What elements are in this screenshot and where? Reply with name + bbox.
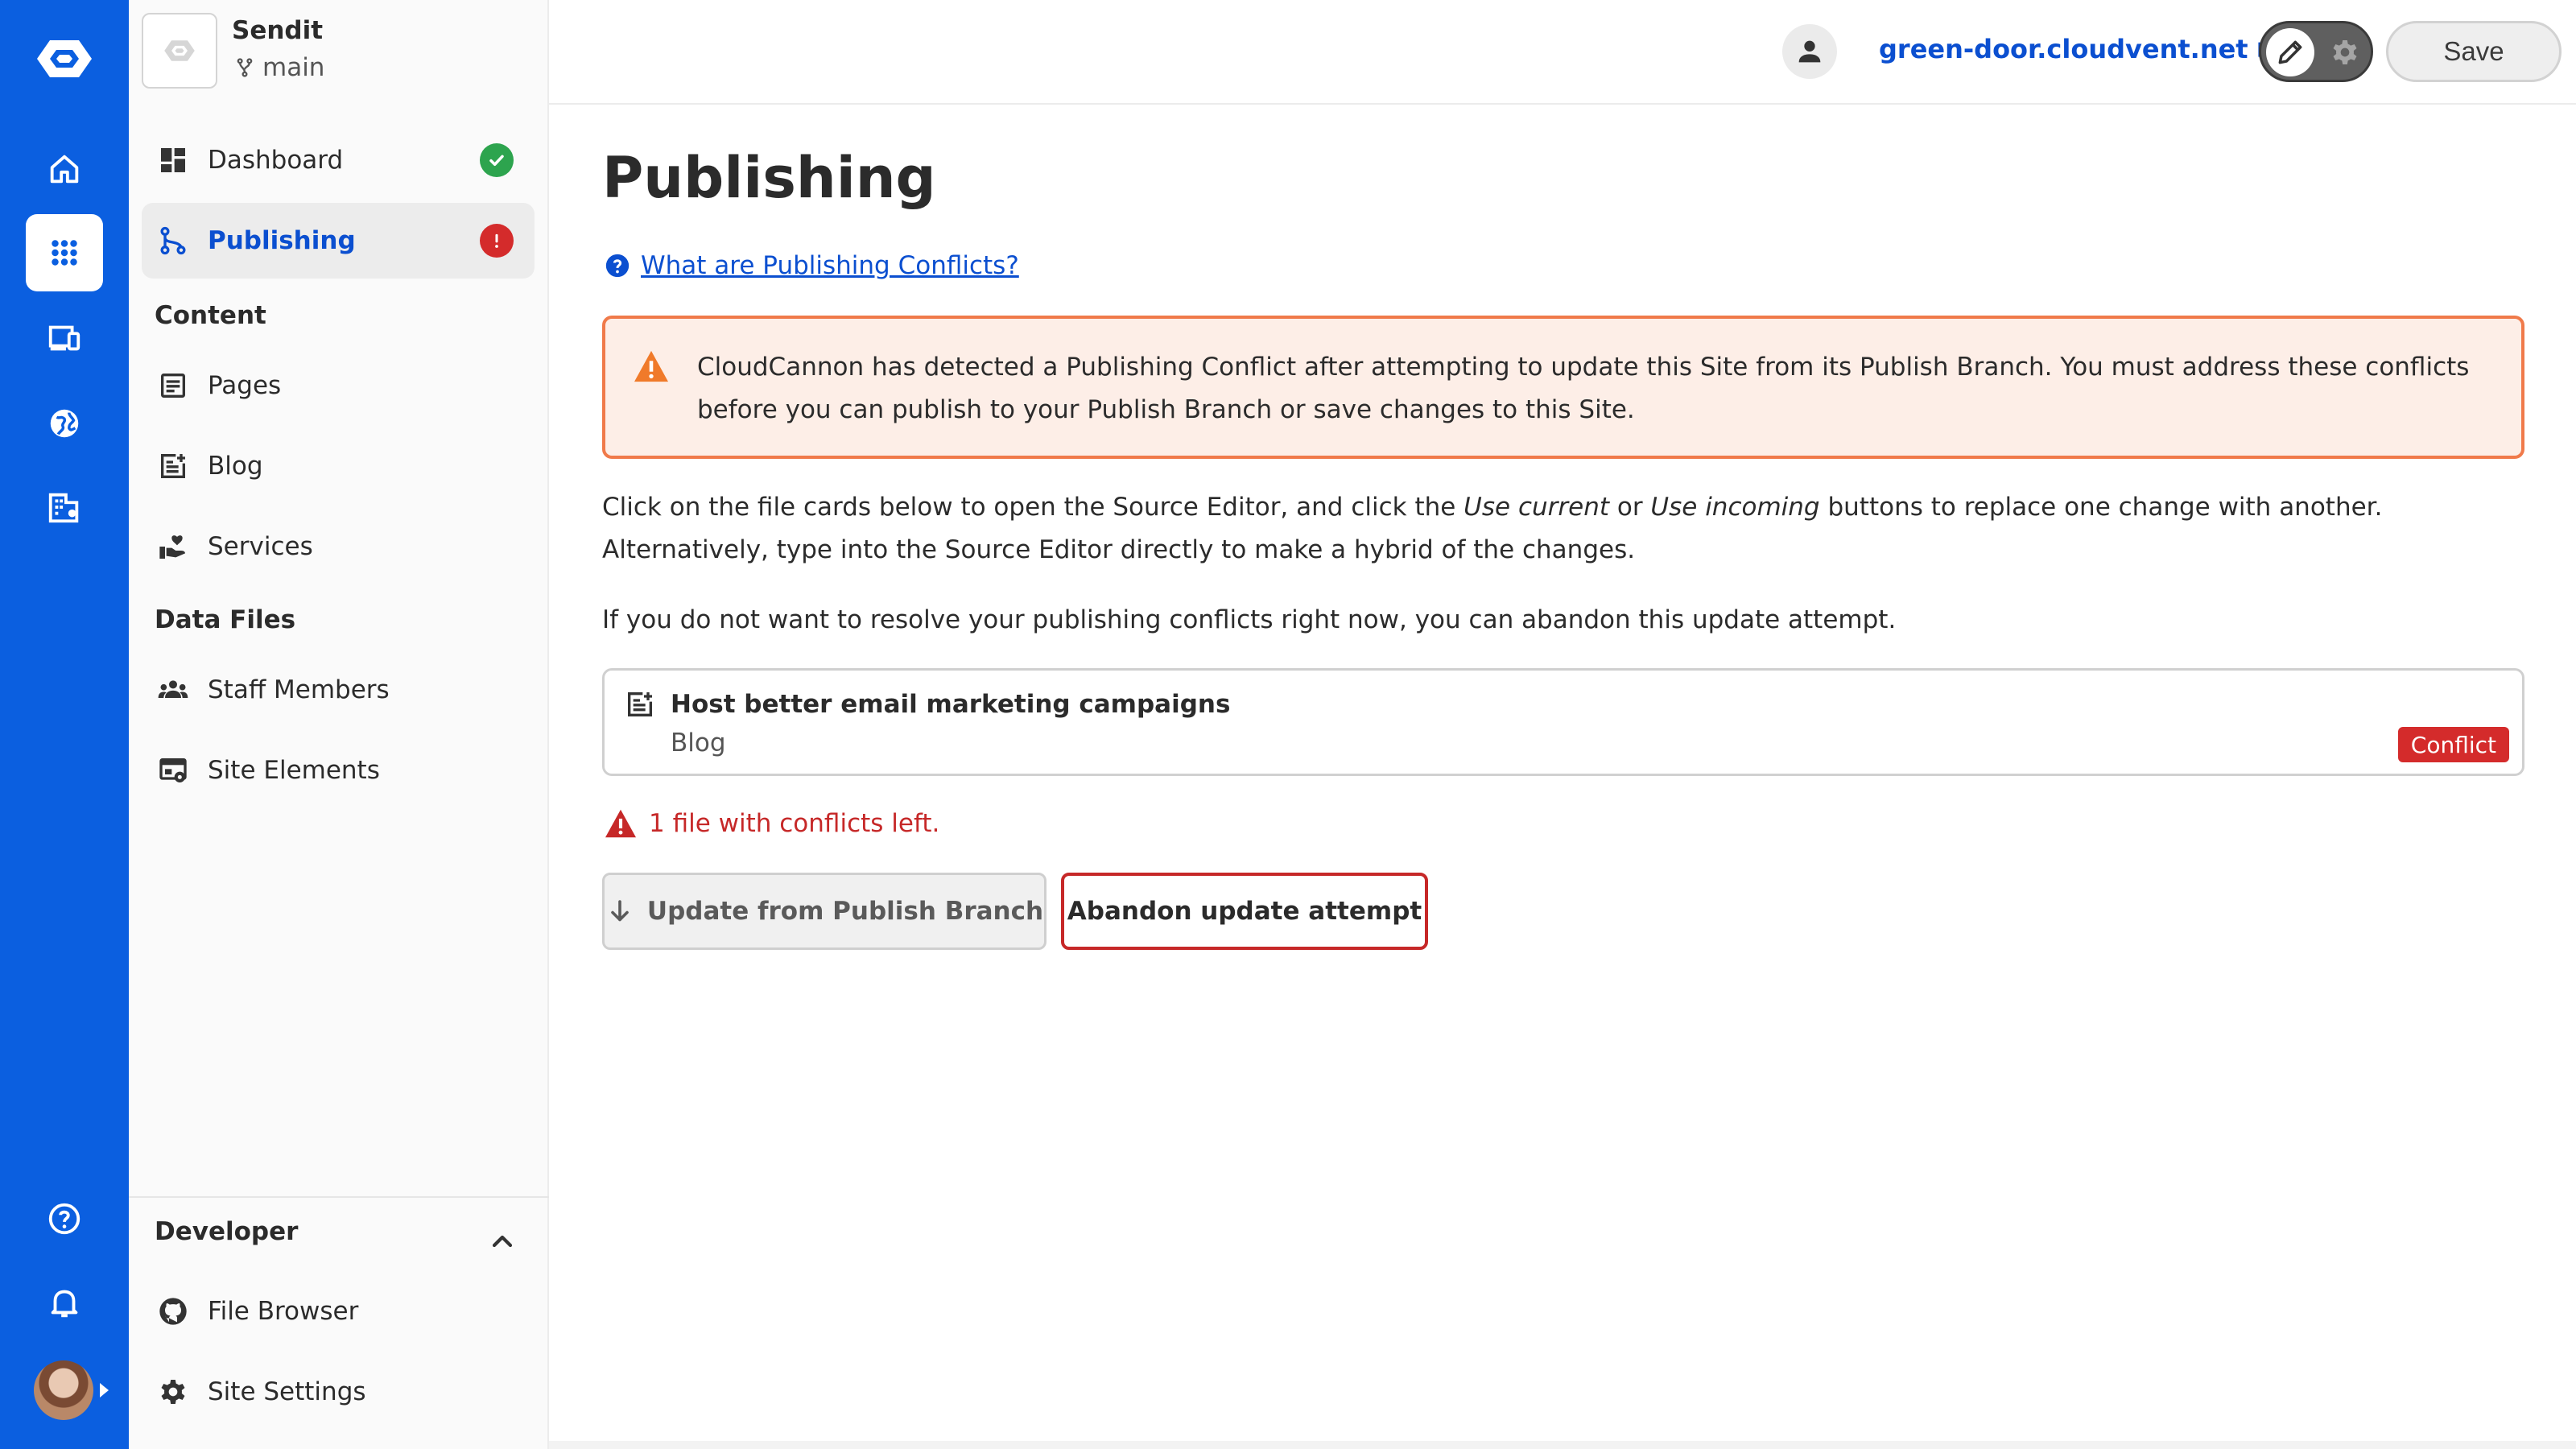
- organization-icon: [48, 493, 79, 523]
- section-label-developer[interactable]: Developer: [155, 1217, 298, 1246]
- blog-icon: [161, 454, 185, 478]
- file-collection: Blog: [671, 729, 726, 758]
- publishing-branch-icon: [160, 226, 186, 255]
- update-from-publish-branch-button[interactable]: Update from Publish Branch: [602, 873, 1046, 950]
- page-title: Publishing: [602, 145, 936, 211]
- app-rail: [0, 0, 129, 1449]
- chevron-up-icon[interactable]: [486, 1225, 518, 1257]
- people-icon: [158, 680, 188, 698]
- site-thumbnail[interactable]: [142, 13, 217, 89]
- rail-home-button[interactable]: [26, 130, 103, 208]
- person-icon: [1798, 40, 1821, 63]
- use-incoming-label: Use incoming: [1650, 493, 1820, 522]
- developer-divider: [129, 1196, 549, 1198]
- rail-notifications-button[interactable]: [26, 1264, 103, 1341]
- sidebar-item-label: Services: [208, 532, 313, 561]
- help-icon: [48, 1203, 80, 1235]
- file-title: Host better email marketing campaigns: [671, 690, 1231, 719]
- site-placeholder-icon: [164, 40, 195, 61]
- avatar-menu-caret-icon[interactable]: [100, 1383, 109, 1397]
- sidebar-item-label: File Browser: [208, 1297, 359, 1326]
- page-icon: [161, 374, 185, 398]
- site-branch[interactable]: main: [233, 53, 324, 82]
- abandon-paragraph: If you do not want to resolve your publi…: [602, 605, 1897, 634]
- site-url-link[interactable]: green-door.cloudvent.net: [1879, 34, 2277, 64]
- bell-icon: [51, 1290, 78, 1318]
- error-triangle-icon: [605, 809, 636, 838]
- site-elements-icon: [159, 758, 187, 782]
- sidebar-item-label: Site Elements: [208, 756, 380, 785]
- help-link-text[interactable]: What are Publishing Conflicts?: [641, 251, 1019, 280]
- settings-gear-icon: [2329, 36, 2361, 68]
- home-icon: [50, 155, 79, 184]
- rail-organization-button[interactable]: [26, 469, 103, 546]
- avatar[interactable]: [34, 1360, 93, 1420]
- rail-help-button[interactable]: [26, 1180, 103, 1257]
- conflict-file-card[interactable]: Host better email marketing campaigns Bl…: [602, 668, 2524, 776]
- sidebar-item-label: Staff Members: [208, 675, 390, 704]
- site-url-text: green-door.cloudvent.net: [1879, 34, 2248, 64]
- rail-globe-button[interactable]: [26, 385, 103, 462]
- update-button-label: Update from Publish Branch: [646, 897, 1044, 926]
- site-name: Sendit: [232, 16, 324, 45]
- instructions-paragraph: Click on the file cards below to open th…: [602, 493, 2383, 564]
- sidebar-item-services[interactable]: Services: [142, 509, 535, 584]
- conflicts-left-message: 1 file with conflicts left.: [604, 808, 939, 839]
- sidebar-item-dashboard[interactable]: Dashboard: [142, 122, 535, 198]
- devices-icon: [48, 325, 80, 351]
- edit-mode-toggle[interactable]: [2259, 21, 2373, 82]
- gear-icon: [161, 1380, 185, 1404]
- question-circle-icon: [605, 254, 630, 278]
- abandon-update-button[interactable]: Abandon update attempt: [1061, 873, 1428, 950]
- sidebar-item-label: Dashboard: [208, 146, 344, 175]
- user-account-button[interactable]: [1782, 24, 1837, 79]
- conflicts-left-text: 1 file with conflicts left.: [649, 809, 940, 838]
- section-label-content: Content: [155, 301, 266, 330]
- sidebar-item-label: Site Settings: [208, 1377, 366, 1406]
- bottom-strip: [549, 1441, 2576, 1449]
- rail-apps-button[interactable]: [26, 214, 103, 291]
- sidebar-item-site-elements[interactable]: Site Elements: [142, 733, 535, 808]
- success-check-icon: [480, 143, 514, 177]
- publishing-conflict-alert: CloudCannon has detected a Publishing Co…: [602, 316, 2524, 459]
- sidebar-item-label: Pages: [208, 371, 282, 400]
- alert-message: CloudCannon has detected a Publishing Co…: [697, 353, 2470, 424]
- globe-icon: [50, 409, 79, 438]
- sidebar-item-site-settings[interactable]: Site Settings: [142, 1354, 535, 1430]
- sidebar-item-file-browser[interactable]: File Browser: [142, 1274, 535, 1349]
- sidebar-item-pages[interactable]: Pages: [142, 348, 535, 423]
- cloudcannon-logo-icon[interactable]: [35, 35, 93, 82]
- sidebar-item-label: Blog: [208, 452, 263, 481]
- services-icon: [159, 535, 185, 559]
- dashboard-icon: [161, 148, 185, 172]
- branch-name: main: [262, 53, 325, 82]
- section-label-data-files: Data Files: [155, 605, 296, 634]
- help-link[interactable]: What are Publishing Conflicts?: [604, 251, 1019, 280]
- error-alert-icon: [480, 224, 514, 258]
- sidebar-item-blog[interactable]: Blog: [142, 428, 535, 504]
- blog-post-icon: [628, 692, 652, 716]
- use-current-label: Use current: [1463, 493, 1609, 522]
- conflict-badge: Conflict: [2397, 727, 2509, 762]
- save-button[interactable]: Save: [2386, 21, 2562, 82]
- github-icon: [159, 1298, 187, 1325]
- sidebar-item-label: Publishing: [208, 226, 356, 255]
- apps-grid-icon: [52, 240, 77, 266]
- sidebar-item-publishing[interactable]: Publishing: [142, 203, 535, 279]
- pencil-icon: [2266, 28, 2314, 76]
- branch-icon: [237, 58, 253, 77]
- sidebar-item-staff-members[interactable]: Staff Members: [142, 652, 535, 728]
- warning-triangle-icon: [634, 350, 668, 382]
- arrow-down-icon: [611, 900, 629, 922]
- rail-devices-button[interactable]: [26, 299, 103, 377]
